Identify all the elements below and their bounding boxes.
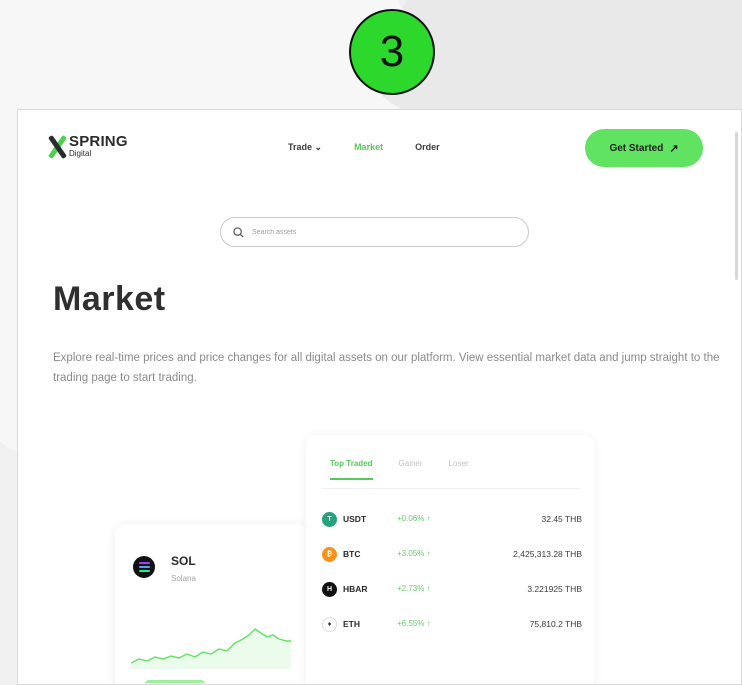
asset-symbol: USDT (343, 514, 367, 524)
asset-price: 2,425,313.28 THB (513, 549, 582, 559)
market-tabs: Top Traded Gainer Loser (330, 459, 495, 480)
ethereum-icon: ♦ (322, 617, 337, 632)
divider (322, 488, 580, 489)
tether-icon: T (322, 512, 337, 527)
logo-brand-text: SPRING (69, 133, 128, 150)
logo-sub-text: Digital (69, 149, 92, 158)
bitcoin-icon: ₿ (322, 547, 337, 562)
asset-change: +3.05% ↑ (397, 549, 431, 558)
search-bar[interactable] (220, 217, 529, 247)
asset-row-eth[interactable]: ♦ ETH +6.55% ↑ 75,810.2 THB (322, 608, 582, 643)
page-description: Explore real-time prices and price chang… (53, 352, 720, 384)
asset-price: 3.221925 THB (527, 584, 582, 594)
asset-row-usdt[interactable]: T USDT +0.06% ↑ 32.45 THB (322, 503, 582, 538)
price-change-indicator (145, 680, 205, 684)
asset-symbol: ETH (343, 619, 360, 629)
asset-row-hbar[interactable]: H HBAR +2.73% ↑ 3.221925 THB (322, 573, 582, 608)
asset-price: 75,810.2 THB (529, 619, 582, 629)
solana-logo-icon (133, 556, 155, 578)
search-icon (233, 226, 244, 238)
asset-row-btc[interactable]: ₿ BTC +3.05% ↑ 2,425,313.28 THB (322, 538, 582, 573)
browser-page: SPRING Digital Trade ⌄ Market Order Get … (17, 109, 742, 685)
tab-loser[interactable]: Loser (449, 459, 469, 480)
nav-item-order[interactable]: Order (415, 142, 440, 153)
tab-top-traded[interactable]: Top Traded (330, 459, 373, 480)
asset-change: +2.73% ↑ (397, 584, 431, 593)
get-started-label: Get Started (609, 142, 664, 154)
asset-price: 32.45 THB (541, 514, 582, 524)
search-input[interactable] (252, 228, 492, 236)
asset-change: +0.06% ↑ (397, 514, 431, 523)
nav-item-trade[interactable]: Trade ⌄ (288, 142, 322, 153)
market-list-panel: Top Traded Gainer Loser T USDT +0.06% ↑ … (306, 435, 594, 684)
asset-symbol: BTC (343, 549, 361, 559)
featured-asset-name: Solana (171, 574, 196, 583)
asset-change: +6.55% ↑ (397, 619, 431, 628)
get-started-button[interactable]: Get Started ↗ (585, 129, 703, 167)
xspring-logo[interactable]: SPRING Digital (47, 133, 128, 160)
page-title: Market (53, 280, 166, 318)
main-nav: Trade ⌄ Market Order (288, 142, 440, 153)
asset-symbol: HBAR (343, 584, 368, 594)
price-sparkline (131, 628, 291, 669)
scrollbar[interactable] (735, 132, 738, 280)
hedera-icon: H (322, 582, 337, 597)
x-logo-icon (47, 134, 68, 160)
nav-item-market[interactable]: Market (354, 142, 383, 153)
featured-asset-card[interactable]: SOL Solana (115, 524, 309, 684)
tab-gainer[interactable]: Gainer (399, 459, 423, 480)
arrow-up-right-icon: ↗ (669, 142, 679, 155)
step-number-badge: 3 (349, 9, 435, 95)
featured-asset-symbol: SOL (171, 554, 196, 568)
